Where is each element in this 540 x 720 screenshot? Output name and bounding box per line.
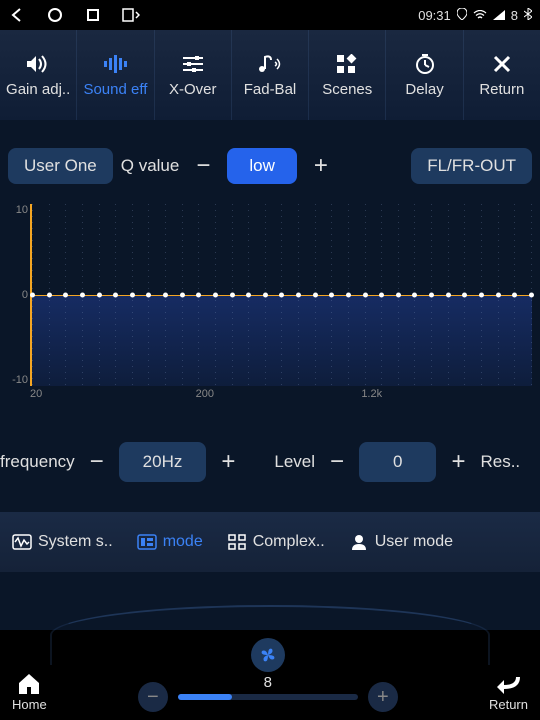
tab-return[interactable]: Return [464, 30, 540, 120]
tab-label: Gain adj.. [6, 81, 70, 98]
waveform-icon [12, 533, 32, 551]
output-channel-button[interactable]: FL/FR-OUT [411, 148, 532, 184]
tab-gain-adjust[interactable]: Gain adj.. [0, 30, 77, 120]
volume-value: 8 [264, 674, 272, 691]
bt-level: 8 [511, 8, 518, 23]
fan-icon [258, 645, 278, 665]
tab-label: Delay [405, 81, 443, 98]
volume-up-button[interactable]: + [368, 682, 398, 712]
home-circle-icon[interactable] [46, 6, 64, 24]
mode-simple[interactable]: mode [137, 533, 203, 551]
location-icon [457, 8, 467, 23]
tab-sound-effect[interactable]: Sound eff [77, 30, 154, 120]
tab-delay[interactable]: Delay [386, 30, 463, 120]
mode-bar: System s.. mode Complex.. User mode [0, 512, 540, 572]
return-arrow-icon [496, 673, 520, 695]
tab-xover[interactable]: X-Over [155, 30, 232, 120]
x-axis: 20 200 1.2k [30, 388, 532, 404]
q-value-label: Q value [121, 156, 180, 176]
eq-chart[interactable]: 10 0 -10 20 200 1.2k [8, 204, 532, 404]
tab-scenes[interactable]: Scenes [309, 30, 386, 120]
clock: 09:31 [418, 8, 451, 23]
grid-plus-icon [333, 53, 361, 75]
freq-value-display[interactable]: 20Hz [119, 442, 207, 482]
reset-label[interactable]: Res.. [480, 452, 520, 472]
volume-icon [24, 53, 52, 75]
tab-fader-balance[interactable]: Fad-Bal [232, 30, 309, 120]
bottom-nav: Home − 8 + Return [0, 630, 540, 720]
user-icon [349, 533, 369, 551]
tab-label: Sound eff [83, 81, 147, 98]
return-button[interactable]: Return [489, 673, 528, 712]
tab-label: Scenes [322, 81, 372, 98]
mode-icon [137, 533, 157, 551]
home-button[interactable]: Home [12, 673, 47, 712]
mode-complex[interactable]: Complex.. [227, 533, 325, 551]
volume-slider[interactable]: 8 [178, 694, 358, 700]
freq-increase-button[interactable]: + [212, 446, 244, 478]
equalizer-icon [101, 53, 129, 75]
timer-icon [411, 53, 439, 75]
freq-decrease-button[interactable]: − [81, 446, 113, 478]
level-label: Level [274, 452, 315, 472]
mode-system[interactable]: System s.. [12, 533, 113, 551]
frequency-label: frequency [0, 452, 75, 472]
home-label: Home [12, 697, 47, 712]
q-decrease-button[interactable]: − [187, 150, 219, 182]
mode-label: Complex.. [253, 533, 325, 551]
tab-label: Return [479, 81, 524, 98]
return-label: Return [489, 697, 528, 712]
y-axis: 10 0 -10 [8, 204, 28, 386]
q-controls-row: User One Q value − low + FL/FR-OUT [0, 120, 540, 204]
level-value-display[interactable]: 0 [359, 442, 436, 482]
back-icon[interactable] [8, 6, 26, 24]
android-status-bar: 09:31 8 [0, 0, 540, 30]
level-decrease-button[interactable]: − [321, 446, 353, 478]
chart-plot-area[interactable] [30, 204, 532, 386]
tab-label: Fad-Bal [244, 81, 297, 98]
bluetooth-icon [524, 8, 532, 23]
volume-down-button[interactable]: − [138, 682, 168, 712]
home-icon [17, 673, 41, 695]
recent-apps-icon[interactable] [84, 6, 102, 24]
wifi-icon [473, 8, 487, 23]
mode-label: mode [163, 533, 203, 551]
mode-label: System s.. [38, 533, 113, 551]
q-increase-button[interactable]: + [305, 150, 337, 182]
sliders-icon [179, 53, 207, 75]
grid-icon [227, 533, 247, 551]
q-value-display[interactable]: low [227, 148, 297, 184]
signal-icon [493, 8, 505, 23]
close-icon [488, 53, 516, 75]
mode-user[interactable]: User mode [349, 533, 453, 551]
mode-label: User mode [375, 533, 453, 551]
level-increase-button[interactable]: + [442, 446, 474, 478]
main-toolbar: Gain adj.. Sound eff X-Over Fad-Bal Scen… [0, 30, 540, 120]
music-balance-icon [256, 53, 284, 75]
fan-button[interactable] [251, 638, 285, 672]
freq-level-row: frequency − 20Hz + Level − 0 + Res.. [0, 412, 540, 512]
screenshot-icon[interactable] [122, 6, 140, 24]
tab-label: X-Over [169, 81, 217, 98]
user-preset-button[interactable]: User One [8, 148, 113, 184]
